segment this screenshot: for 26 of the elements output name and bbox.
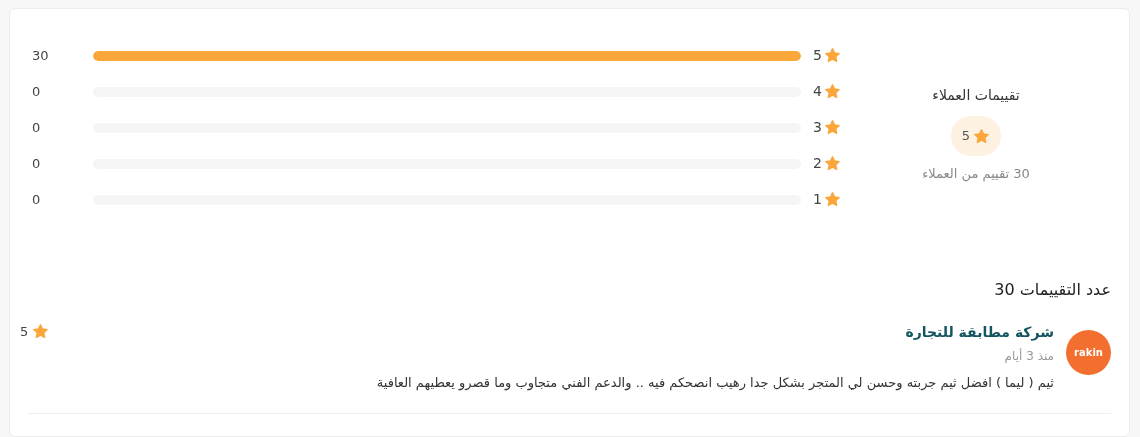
- star-level: 4: [813, 82, 822, 101]
- rating-count: 30: [32, 46, 50, 65]
- rating-count: 0: [32, 190, 42, 209]
- star-icon: [824, 191, 841, 208]
- summary-caption: 30 تقييم من العملاء: [922, 165, 1030, 184]
- star-icon: [824, 155, 841, 172]
- rating-count: 0: [32, 154, 42, 173]
- review-time: منذ 3 أيام: [1003, 347, 1054, 365]
- rating-count: 0: [32, 82, 42, 101]
- star-level: 1: [813, 190, 822, 209]
- rating-count: 0: [32, 118, 42, 137]
- star-level: 3: [813, 118, 822, 137]
- star-level: 5: [813, 46, 822, 65]
- star-icon: [824, 83, 841, 100]
- star-icon: [32, 323, 50, 341]
- review-author: شركة مطابقة للتجارة: [904, 323, 1054, 343]
- star-icon: [973, 127, 991, 145]
- reviews-heading: عدد التقييمات 30: [993, 279, 1111, 301]
- star-icon: [824, 47, 841, 64]
- star-level: 2: [813, 154, 822, 173]
- review-rating: 5: [20, 323, 29, 341]
- avatar: rakin: [1066, 330, 1111, 375]
- star-icon: [824, 119, 841, 136]
- review-text: ثيم ( ليما ) افضل ثيم جربته وحسن لي المتجر بشكل جدا رهيب انصحكم فيه .. والدعم الفني متجاوب وما قصرو يعطيهم العافية: [375, 374, 1054, 393]
- summary-title: تقييمات العملاء: [932, 86, 1020, 105]
- average-rating-badge: 5: [951, 116, 1001, 156]
